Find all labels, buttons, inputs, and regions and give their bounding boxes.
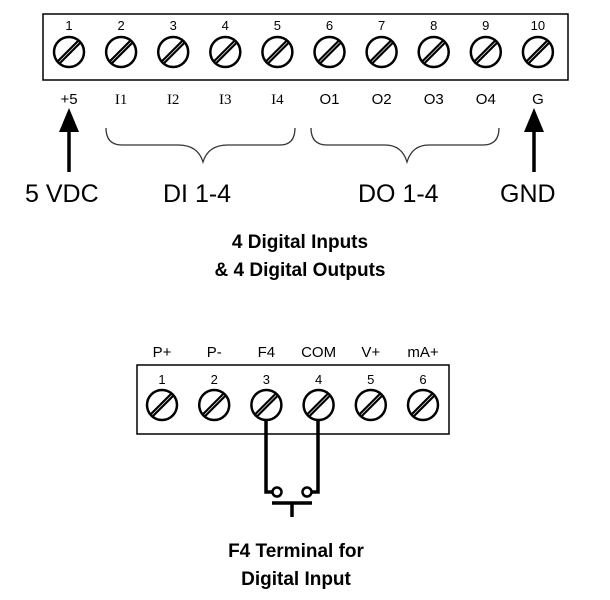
top-terminal-label: G xyxy=(532,91,544,108)
top-terminal-label: +5 xyxy=(60,91,77,108)
wiring-diagram: 1 +5 2 I1 3 I2 4 I3 5 I4 6 O1 7 O2 8 O3 9 O4 10 G 5 VDC DI … xyxy=(25,13,569,590)
label-5vdc: 5 VDC xyxy=(25,180,99,208)
top-terminal-number: 9 xyxy=(482,18,489,33)
bottom-terminal-label: mA+ xyxy=(407,344,439,361)
caption-bottom-line2: Digital Input xyxy=(241,569,351,590)
top-terminal-label: O1 xyxy=(319,91,339,108)
screw-terminal-icon xyxy=(365,35,398,69)
bottom-terminal-label: V+ xyxy=(361,344,380,361)
label-di-group: DI 1-4 xyxy=(163,180,231,208)
bottom-terminal-number: 4 xyxy=(315,372,322,387)
push-button-switch-icon xyxy=(271,486,313,517)
top-terminal-number: 1 xyxy=(65,18,72,33)
screw-terminal-icon xyxy=(417,35,450,69)
bottom-terminals: 1 2 3 4 5 6 xyxy=(145,372,440,422)
label-gnd: GND xyxy=(500,180,556,208)
bottom-terminal-number: 5 xyxy=(367,372,374,387)
screw-terminal-icon xyxy=(197,388,231,422)
bottom-terminal-number: 1 xyxy=(158,372,165,387)
screw-terminal-icon xyxy=(250,388,283,422)
caption-top-line2: & 4 Digital Outputs xyxy=(215,260,386,281)
bottom-terminal-number: 2 xyxy=(211,372,218,387)
top-terminal-number: 4 xyxy=(222,18,229,33)
top-terminal-label: O3 xyxy=(424,91,444,108)
bottom-terminal-labels: P+ P- F4 COM V+ mA+ xyxy=(153,344,439,361)
top-terminal-number: 3 xyxy=(170,18,177,33)
top-terminal-label: O4 xyxy=(476,91,496,108)
bottom-terminal-number: 3 xyxy=(263,372,270,387)
top-terminals: 1 +5 2 I1 3 I2 4 I3 5 I4 6 O1 7 O2 8 O3 9 O4 10 G xyxy=(52,18,555,108)
screw-terminal-icon xyxy=(302,388,335,422)
screw-terminal-icon xyxy=(145,388,179,422)
top-terminal-number: 7 xyxy=(378,18,385,33)
screw-terminal-icon xyxy=(261,35,294,69)
top-terminal-number: 8 xyxy=(430,18,437,33)
top-terminal-number: 6 xyxy=(326,18,333,33)
bottom-terminal-label: P- xyxy=(207,344,222,361)
screw-terminal-icon xyxy=(104,35,138,69)
screw-terminal-icon xyxy=(209,35,242,69)
bottom-terminal-label: F4 xyxy=(258,344,276,361)
bottom-terminal-label: P+ xyxy=(153,344,172,361)
top-terminal-number: 5 xyxy=(274,18,281,33)
top-terminal-number: 10 xyxy=(531,18,545,33)
bottom-terminal-block xyxy=(136,364,450,435)
label-do-group: DO 1-4 xyxy=(358,180,439,208)
top-terminal-label: I2 xyxy=(167,92,180,108)
top-terminal-label: O2 xyxy=(372,91,392,108)
top-terminal-label: I3 xyxy=(219,92,232,108)
brace-digital-inputs xyxy=(105,127,296,165)
arrow-gnd xyxy=(524,108,544,172)
top-terminal-label: I1 xyxy=(115,92,128,108)
caption-top-line1: 4 Digital Inputs xyxy=(232,232,368,253)
screw-terminal-icon xyxy=(52,35,86,69)
screw-terminal-icon xyxy=(469,35,503,69)
top-terminal-number: 2 xyxy=(117,18,124,33)
screw-terminal-icon xyxy=(406,388,440,422)
arrow-5vdc xyxy=(59,108,79,172)
caption-bottom-line1: F4 Terminal for xyxy=(228,541,364,562)
brace-digital-outputs xyxy=(310,127,500,165)
screw-terminal-icon xyxy=(354,388,388,422)
screw-terminal-icon xyxy=(313,35,346,69)
switch-wiring xyxy=(264,420,320,494)
screw-terminal-icon xyxy=(156,35,190,69)
bottom-terminal-label: COM xyxy=(301,344,336,361)
bottom-terminal-number: 6 xyxy=(419,372,426,387)
top-terminal-label: I4 xyxy=(271,92,284,108)
screw-terminal-icon xyxy=(521,35,555,69)
